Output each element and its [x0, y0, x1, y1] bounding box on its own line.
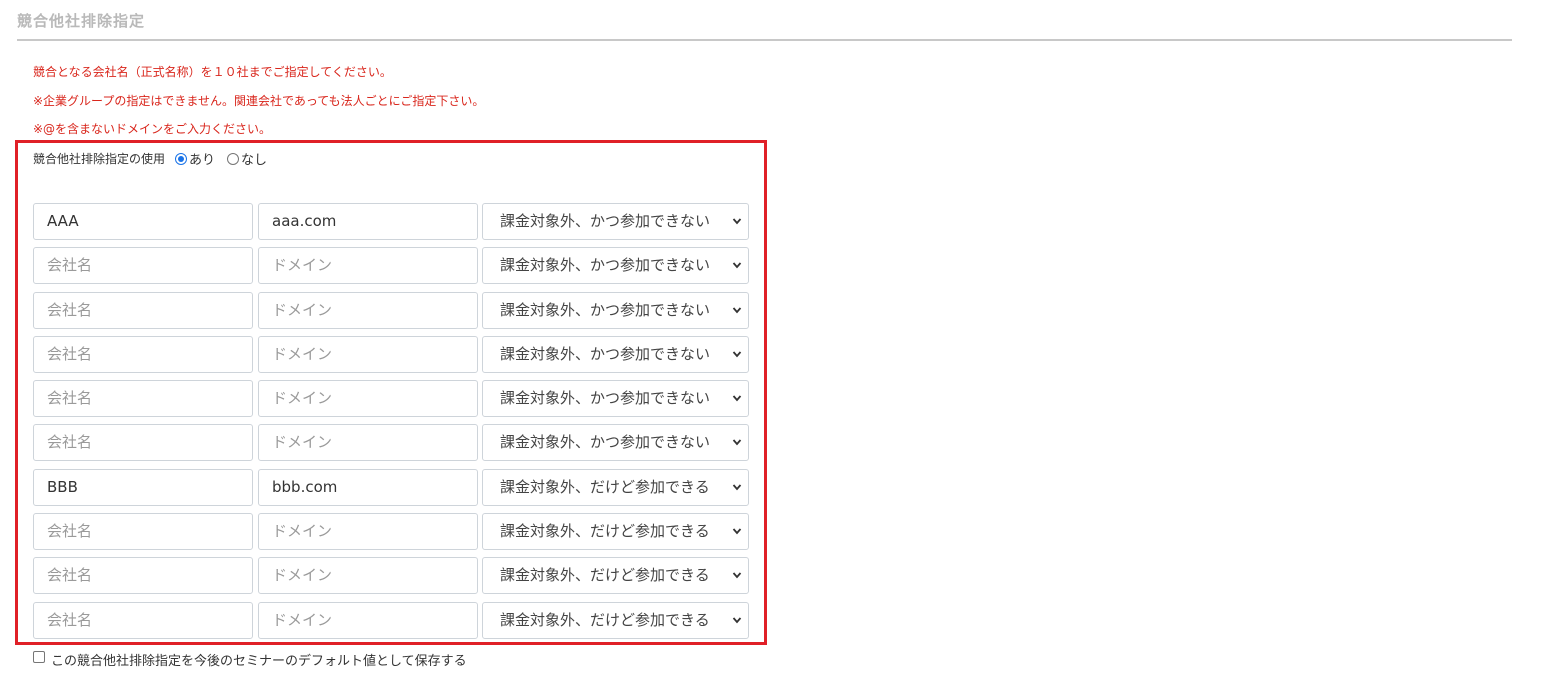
chevron-down-icon [732, 262, 742, 269]
chevron-down-icon [732, 617, 742, 624]
competitor-rows: AAA aaa.com 課金対象外、かつ参加できない 会社名 ドメイン 課金対象外、かつ参… [33, 203, 749, 646]
radio-no[interactable] [227, 152, 240, 165]
billing-select[interactable]: 課金対象外、かつ参加できない [482, 424, 749, 462]
competitor-row: 会社名 ドメイン 課金対象外、だけど参加できる [33, 513, 749, 551]
billing-select[interactable]: 課金対象外、かつ参加できない [482, 380, 749, 418]
domain-input[interactable]: ドメイン [258, 335, 478, 373]
billing-select-value: 課金対象外、かつ参加できない [500, 344, 711, 363]
chevron-down-icon [732, 218, 742, 225]
competitor-row: 会社名 ドメイン 課金対象外、だけど参加できる [33, 601, 749, 639]
notice-line-3: ※@を含まないドメインをご入力ください。 [33, 122, 272, 136]
competitor-row: 会社名 ドメイン 課金対象外、だけど参加できる [33, 557, 749, 595]
billing-select-value: 課金対象外、かつ参加できない [500, 389, 711, 408]
company-name-input[interactable]: AAA [33, 203, 253, 240]
radio-yes[interactable] [175, 152, 188, 165]
domain-input[interactable]: ドメイン [258, 291, 478, 329]
usage-option-yes[interactable]: あり [175, 149, 215, 168]
competitor-row: 会社名 ドメイン 課金対象外、かつ参加できない [33, 291, 749, 329]
billing-select-value: 課金対象外、かつ参加できない [500, 433, 711, 452]
chevron-down-icon [732, 351, 742, 358]
billing-select-value: 課金対象外、だけど参加できる [500, 566, 710, 585]
domain-input[interactable]: ドメイン [258, 247, 478, 285]
competitor-row: 会社名 ドメイン 課金対象外、かつ参加できない [33, 380, 749, 418]
usage-setting: 競合他社排除指定の使用 あり なし [33, 149, 279, 168]
section-title: 競合他社排除指定 [17, 12, 146, 30]
billing-select-value: 課金対象外、かつ参加できない [500, 300, 711, 319]
company-name-input[interactable]: 会社名 [33, 424, 253, 462]
billing-select-value: 課金対象外、だけど参加できる [500, 522, 710, 541]
section-divider [17, 39, 1512, 41]
chevron-down-icon [732, 395, 742, 402]
competitor-row: 会社名 ドメイン 課金対象外、かつ参加できない [33, 247, 749, 285]
usage-label: 競合他社排除指定の使用 [33, 152, 166, 166]
notice-line-1: 競合となる会社名（正式名称）を１０社までご指定してください。 [33, 65, 392, 79]
domain-input[interactable]: ドメイン [258, 380, 478, 418]
domain-input[interactable]: ドメイン [258, 601, 478, 639]
radio-yes-label: あり [189, 153, 216, 168]
billing-select[interactable]: 課金対象外、だけど参加できる [482, 557, 749, 595]
competitor-row: BBB bbb.com 課金対象外、だけど参加できる [33, 468, 749, 506]
save-default-label: この競合他社排除指定を今後のセミナーのデフォルト値として保存する [51, 654, 467, 669]
save-default-option[interactable]: この競合他社排除指定を今後のセミナーのデフォルト値として保存する [33, 650, 467, 669]
competitor-row: AAA aaa.com 課金対象外、かつ参加できない [33, 203, 749, 240]
company-name-input[interactable]: 会社名 [33, 335, 253, 373]
billing-select[interactable]: 課金対象外、だけど参加できる [482, 513, 749, 551]
domain-input[interactable]: ドメイン [258, 513, 478, 551]
domain-input[interactable]: ドメイン [258, 424, 478, 462]
chevron-down-icon [732, 572, 742, 579]
billing-select[interactable]: 課金対象外、かつ参加できない [482, 247, 749, 285]
chevron-down-icon [732, 439, 742, 446]
company-name-input[interactable]: 会社名 [33, 291, 253, 329]
competitor-row: 会社名 ドメイン 課金対象外、かつ参加できない [33, 424, 749, 462]
billing-select-value: 課金対象外、だけど参加できる [500, 477, 710, 496]
billing-select[interactable]: 課金対象外、だけど参加できる [482, 468, 749, 506]
billing-select[interactable]: 課金対象外、かつ参加できない [482, 335, 749, 373]
chevron-down-icon [732, 307, 742, 313]
billing-select[interactable]: 課金対象外、かつ参加できない [482, 291, 749, 329]
usage-option-no[interactable]: なし [227, 149, 267, 168]
billing-select-value: 課金対象外、だけど参加できる [500, 610, 710, 629]
save-default-checkbox[interactable] [33, 650, 45, 663]
domain-input[interactable]: bbb.com [258, 468, 478, 506]
company-name-input[interactable]: 会社名 [33, 247, 253, 285]
company-name-input[interactable]: 会社名 [33, 557, 253, 595]
company-name-input[interactable]: 会社名 [33, 380, 253, 418]
company-name-input[interactable]: 会社名 [33, 513, 253, 551]
billing-select-value: 課金対象外、かつ参加できない [500, 212, 711, 230]
chevron-down-icon [732, 528, 742, 535]
chevron-down-icon [732, 484, 742, 491]
billing-select-value: 課金対象外、かつ参加できない [500, 256, 711, 275]
company-name-input[interactable]: BBB [33, 468, 253, 506]
billing-select[interactable]: 課金対象外、かつ参加できない [482, 203, 749, 240]
domain-input[interactable]: ドメイン [258, 557, 478, 595]
radio-no-label: なし [241, 153, 268, 168]
domain-input[interactable]: aaa.com [258, 203, 478, 240]
competitor-row: 会社名 ドメイン 課金対象外、かつ参加できない [33, 335, 749, 373]
company-name-input[interactable]: 会社名 [33, 601, 253, 639]
billing-select[interactable]: 課金対象外、だけど参加できる [482, 601, 749, 639]
notice-line-2: ※企業グループの指定はできません。関連会社であっても法人ごとにご指定下さい。 [33, 94, 485, 108]
